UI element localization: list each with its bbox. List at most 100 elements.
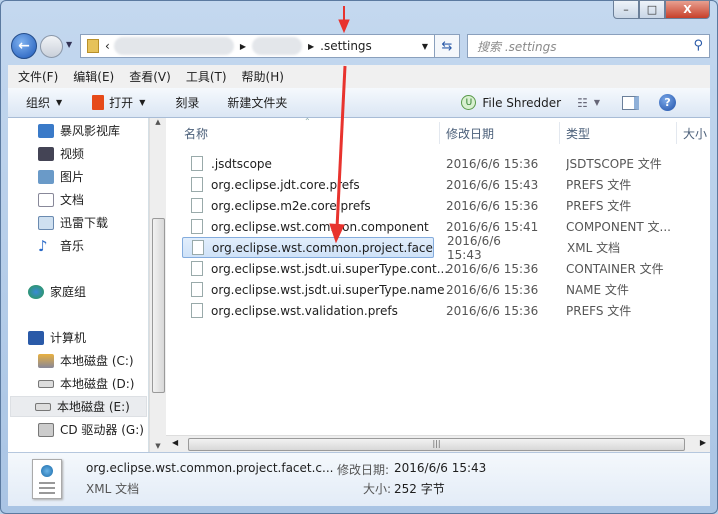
cd-drive-icon xyxy=(38,422,54,437)
sidebar-item-drive-c[interactable]: 本地磁盘 (C:) xyxy=(38,350,134,371)
sidebar-label: 图片 xyxy=(60,170,85,184)
view-options-button[interactable]: ☷ ▼ xyxy=(577,96,600,110)
address-dropdown-icon[interactable]: ▼ xyxy=(422,42,428,51)
search-icon[interactable]: ⚲ xyxy=(693,38,703,53)
address-bar[interactable]: ‹ ▶ ▶ .settings ▼ xyxy=(80,34,435,58)
file-row[interactable]: org.eclipse.m2e.core.prefs 2016/6/6 15:36… xyxy=(182,195,712,216)
file-row[interactable]: org.eclipse.wst.common.project.facet... 2… xyxy=(182,234,620,262)
burn-button[interactable]: 刻录 xyxy=(175,94,199,111)
breadcrumb-current[interactable]: .settings xyxy=(320,39,372,53)
chevron-down-icon: ▼ xyxy=(139,98,146,107)
menu-tools[interactable]: 工具(T) xyxy=(186,68,227,85)
close-button[interactable]: X xyxy=(665,0,710,19)
file-name: org.eclipse.wst.validation.prefs xyxy=(211,303,398,318)
sidebar-item-homegroup[interactable]: 家庭组 xyxy=(28,281,86,302)
scroll-right-icon[interactable]: ▶ xyxy=(700,438,706,447)
forward-button[interactable] xyxy=(40,35,63,58)
back-button[interactable]: ← xyxy=(11,33,37,59)
organize-label: 组织 xyxy=(26,96,51,110)
column-header-size[interactable]: 大小 xyxy=(677,122,717,144)
column-header-date[interactable]: 修改日期 xyxy=(440,122,560,144)
download-icon xyxy=(38,215,54,230)
scroll-up-icon[interactable]: ▲ xyxy=(150,118,166,126)
file-type: XML 文档 xyxy=(567,241,621,255)
sidebar-label: 计算机 xyxy=(50,331,87,345)
sidebar-label: 本地磁盘 (E:) xyxy=(57,400,130,414)
file-type: JSDTSCOPE 文件 xyxy=(566,157,662,171)
file-icon xyxy=(191,198,203,213)
pictures-icon xyxy=(38,169,54,184)
file-row[interactable]: org.eclipse.jdt.core.prefs 2016/6/6 15:43… xyxy=(182,174,712,195)
sidebar-item-cd-drive[interactable]: CD 驱动器 (G:) xyxy=(38,419,144,440)
maximize-button[interactable]: □ xyxy=(639,0,665,19)
file-type: PREFS 文件 xyxy=(566,178,632,192)
file-date: 2016/6/6 15:43 xyxy=(446,177,539,192)
view-list-icon: ☷ xyxy=(577,95,588,110)
details-file-name: org.eclipse.wst.common.project.facet.c..… xyxy=(86,461,334,475)
sidebar-item-music[interactable]: ♪ 音乐 xyxy=(38,235,84,256)
organize-button[interactable]: 组织 ▼ xyxy=(26,94,62,111)
menu-view[interactable]: 查看(V) xyxy=(129,68,171,85)
scroll-thumb[interactable] xyxy=(152,218,165,393)
breadcrumb-blurred[interactable] xyxy=(251,37,302,55)
file-row[interactable]: org.eclipse.wst.jsdt.ui.superType.cont..… xyxy=(182,258,712,279)
search-input[interactable]: 搜索 .settings ⚲ xyxy=(467,34,710,58)
file-name: org.eclipse.jdt.core.prefs xyxy=(211,177,360,192)
sidebar-item-drive-d[interactable]: 本地磁盘 (D:) xyxy=(38,373,134,394)
navigation-scrollbar[interactable]: ▲ ▼ xyxy=(149,118,166,452)
menu-edit[interactable]: 编辑(E) xyxy=(73,68,114,85)
documents-icon xyxy=(38,192,54,207)
breadcrumb-overflow[interactable]: ‹ xyxy=(105,39,110,53)
breadcrumb-blurred[interactable] xyxy=(113,37,234,55)
column-header-type[interactable]: 类型 xyxy=(560,122,677,144)
recent-pages-dropdown[interactable]: ▼ xyxy=(66,40,72,49)
preview-pane-button[interactable] xyxy=(622,95,640,110)
file-shredder-button[interactable]: U File Shredder xyxy=(461,95,561,110)
navigation-pane: 暴风影视库 视频 图片 文档 迅雷下载 ♪ 音乐 家庭组 计算机 本地磁盘 (C:… xyxy=(8,118,149,452)
music-icon: ♪ xyxy=(38,236,48,255)
open-button[interactable]: 打开 ▼ xyxy=(92,94,145,111)
menu-help[interactable]: 帮助(H) xyxy=(242,68,284,85)
sidebar-item-videos[interactable]: 视频 xyxy=(38,143,84,164)
details-date-label: 修改日期: xyxy=(337,463,390,477)
xml-file-icon xyxy=(32,459,62,499)
video-icon xyxy=(38,146,54,161)
file-date: 2016/6/6 15:36 xyxy=(446,282,539,297)
sidebar-item-downloads[interactable]: 迅雷下载 xyxy=(38,212,108,233)
horizontal-scrollbar[interactable]: ◀ ||| ▶ xyxy=(166,435,710,452)
sidebar-label: 暴风影视库 xyxy=(60,124,121,138)
menu-file[interactable]: 文件(F) xyxy=(18,68,58,85)
file-date: 2016/6/6 15:36 xyxy=(446,261,539,276)
file-row[interactable]: .jsdtscope 2016/6/6 15:36 JSDTSCOPE 文件 xyxy=(182,153,712,174)
file-row[interactable]: org.eclipse.wst.jsdt.ui.superType.name 20… xyxy=(182,279,712,300)
file-row[interactable]: org.eclipse.wst.validation.prefs 2016/6/6… xyxy=(182,300,712,321)
sidebar-item-computer[interactable]: 计算机 xyxy=(28,327,86,348)
sidebar-label: 本地磁盘 (C:) xyxy=(60,354,134,368)
column-header-name[interactable]: 名称 xyxy=(178,122,440,144)
help-button[interactable]: ? xyxy=(659,94,677,111)
sidebar-item-video-library[interactable]: 暴风影视库 xyxy=(38,120,120,141)
window-controls: – □ X xyxy=(613,0,710,19)
file-icon xyxy=(191,177,203,192)
system-drive-icon xyxy=(38,353,54,368)
file-type: NAME 文件 xyxy=(566,283,629,297)
file-name: org.eclipse.wst.common.component xyxy=(211,219,429,234)
breadcrumb-separator-icon[interactable]: ▶ xyxy=(308,42,314,51)
new-folder-button[interactable]: 新建文件夹 xyxy=(227,94,287,111)
scroll-thumb[interactable]: ||| xyxy=(188,438,685,451)
file-icon xyxy=(191,156,203,171)
scroll-down-icon[interactable]: ▼ xyxy=(150,442,166,450)
sidebar-item-drive-e[interactable]: 本地磁盘 (E:) xyxy=(10,396,147,417)
details-pane: org.eclipse.wst.common.project.facet.c..… xyxy=(8,452,710,506)
file-icon xyxy=(191,261,203,276)
scroll-left-icon[interactable]: ◀ xyxy=(172,438,178,447)
minimize-button[interactable]: – xyxy=(613,0,639,19)
details-size-value: 252 字节 xyxy=(394,482,445,496)
breadcrumb-separator-icon[interactable]: ▶ xyxy=(240,42,246,51)
sidebar-item-documents[interactable]: 文档 xyxy=(38,189,84,210)
file-date: 2016/6/6 15:36 xyxy=(446,198,539,213)
help-icon: ? xyxy=(659,94,677,111)
refresh-button[interactable]: ⇆ xyxy=(435,34,460,58)
sidebar-item-pictures[interactable]: 图片 xyxy=(38,166,84,187)
chevron-down-icon: ▼ xyxy=(593,98,601,107)
